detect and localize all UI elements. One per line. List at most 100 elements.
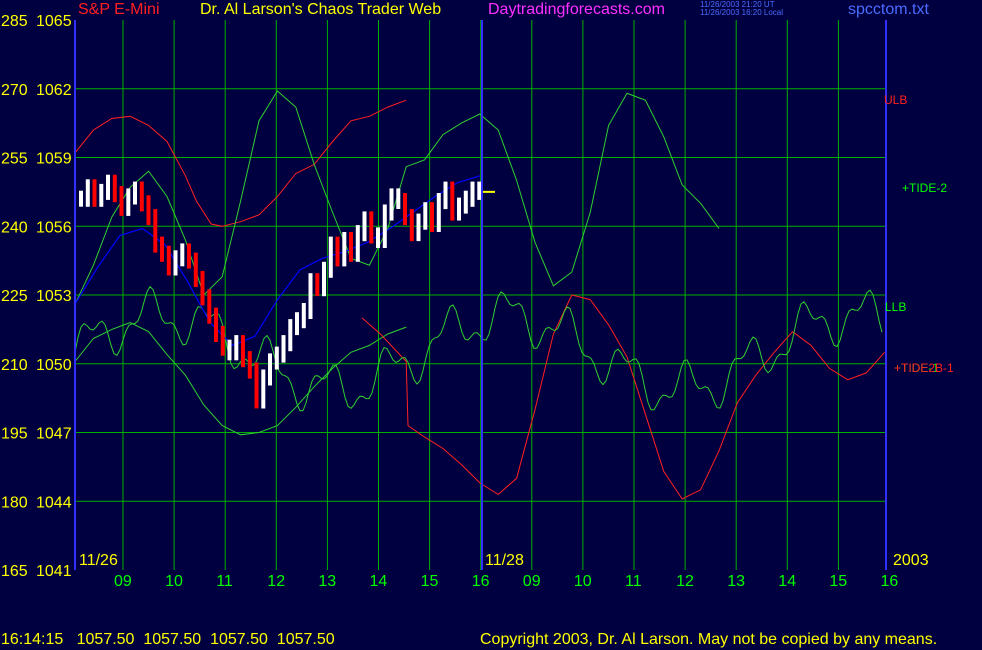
y-tick-price: 1050 (36, 357, 72, 374)
y-tick-left: 225 (1, 288, 28, 305)
price-bar (463, 190, 468, 214)
x-tick-hour: 14 (370, 573, 388, 590)
price-bar (160, 236, 164, 262)
price-bar (227, 339, 232, 361)
price-bar (342, 232, 347, 267)
x-tick-hour: 16 (881, 573, 899, 590)
price-bar (261, 369, 266, 409)
chart-grid (75, 20, 886, 570)
site-url-link[interactable]: Daytradingforecasts.com (488, 1, 665, 19)
x-tick-hour: 16 (472, 573, 490, 590)
y-tick-price: 1065 (36, 13, 72, 30)
price-bar (92, 179, 97, 207)
chart-canvas: 285 1065 270 1062 255 1059 240 1056 225 1053 210 10… (1, 13, 954, 590)
price-bar (443, 181, 448, 210)
x-tick-hour: 10 (574, 573, 592, 590)
date-label-start: 11/26 (79, 552, 118, 569)
price-bar (355, 225, 360, 262)
price-bar (146, 195, 151, 226)
price-bar (119, 186, 124, 216)
price-bar (288, 319, 293, 352)
series-llb (74, 321, 407, 436)
x-tick-hour: 10 (165, 573, 183, 590)
price-bar (214, 307, 218, 342)
price-bar (308, 273, 313, 319)
x-tick-hour: 14 (778, 573, 796, 590)
price-bar (322, 261, 326, 297)
date-label-mid: 11/28 (485, 552, 524, 569)
price-bar (173, 250, 178, 276)
instrument-title: S&P E-Mini (78, 1, 160, 18)
price-bar (139, 181, 144, 212)
price-bar (315, 273, 320, 297)
y-tick-left: 180 (1, 494, 28, 511)
price-bar (389, 188, 394, 221)
price-bar (457, 197, 461, 221)
price-bar (376, 227, 380, 248)
x-tick-hour: 11 (216, 573, 233, 590)
price-bar (180, 243, 185, 267)
price-bar (416, 213, 421, 242)
price-bar (369, 211, 374, 244)
data-filename: spcctom.txt (848, 1, 929, 18)
price-bar (193, 252, 198, 287)
price-bar (247, 351, 252, 379)
x-tick-hour: 09 (114, 573, 132, 590)
price-bar (112, 174, 117, 203)
price-bar (220, 325, 225, 356)
y-tick-price: 1062 (36, 82, 72, 99)
price-bar (254, 362, 259, 409)
price-bar (187, 243, 191, 269)
price-bar (430, 202, 434, 232)
series-label: +TIDE2B-1 (894, 361, 954, 375)
price-bar (382, 204, 387, 248)
price-bar (362, 211, 367, 242)
footer-copyright: Copyright 2003, Dr. Al Larson. May not b… (480, 631, 938, 648)
y-tick-price: 1056 (36, 219, 72, 236)
price-bar (126, 188, 131, 216)
price-bar (99, 183, 104, 207)
price-bar (335, 236, 340, 267)
x-tick-hour: 15 (829, 573, 847, 590)
y-tick-left: 165 (1, 563, 28, 580)
x-tick-hour: 11 (625, 573, 642, 590)
y-tick-left: 285 (1, 13, 28, 30)
timestamp-local: 11/26/2003 16:20 Local (700, 8, 784, 17)
y-tick-price: 1047 (36, 426, 72, 443)
price-bar (153, 209, 158, 253)
x-tick-hour: 13 (727, 573, 745, 590)
price-bar (85, 179, 90, 207)
price-bar (436, 193, 441, 232)
price-bar (79, 190, 83, 207)
y-tick-price: 1044 (36, 494, 72, 511)
price-bar (409, 209, 414, 242)
y-tick-left: 210 (1, 357, 28, 374)
series-tide-1 (361, 294, 885, 500)
price-bar (396, 188, 401, 209)
x-tick-hour: 09 (523, 573, 541, 590)
price-bar (106, 174, 110, 200)
series-label: ULB (884, 93, 907, 107)
price-bar (470, 181, 475, 207)
x-tick-hour: 15 (421, 573, 439, 590)
price-bar (403, 193, 407, 226)
y-tick-left: 255 (1, 151, 28, 168)
x-tick-hour: 13 (318, 573, 336, 590)
price-bar (423, 202, 428, 230)
price-bar (241, 335, 245, 368)
price-bars-layer (79, 174, 495, 409)
price-bar (268, 353, 272, 386)
price-bar (207, 289, 212, 324)
x-tick-hour: 12 (676, 573, 694, 590)
series-label: LLB (885, 300, 906, 314)
price-bar (200, 270, 205, 306)
y-tick-price: 1059 (36, 151, 72, 168)
price-bar (477, 181, 482, 200)
y-tick-price: 1041 (36, 563, 72, 580)
y-tick-left: 270 (1, 82, 28, 99)
series-ulb (74, 99, 407, 227)
series-label: +TIDE-2 (902, 181, 947, 195)
price-bar (234, 335, 239, 361)
year-label: 2003 (893, 552, 929, 569)
price-bar (349, 232, 353, 262)
